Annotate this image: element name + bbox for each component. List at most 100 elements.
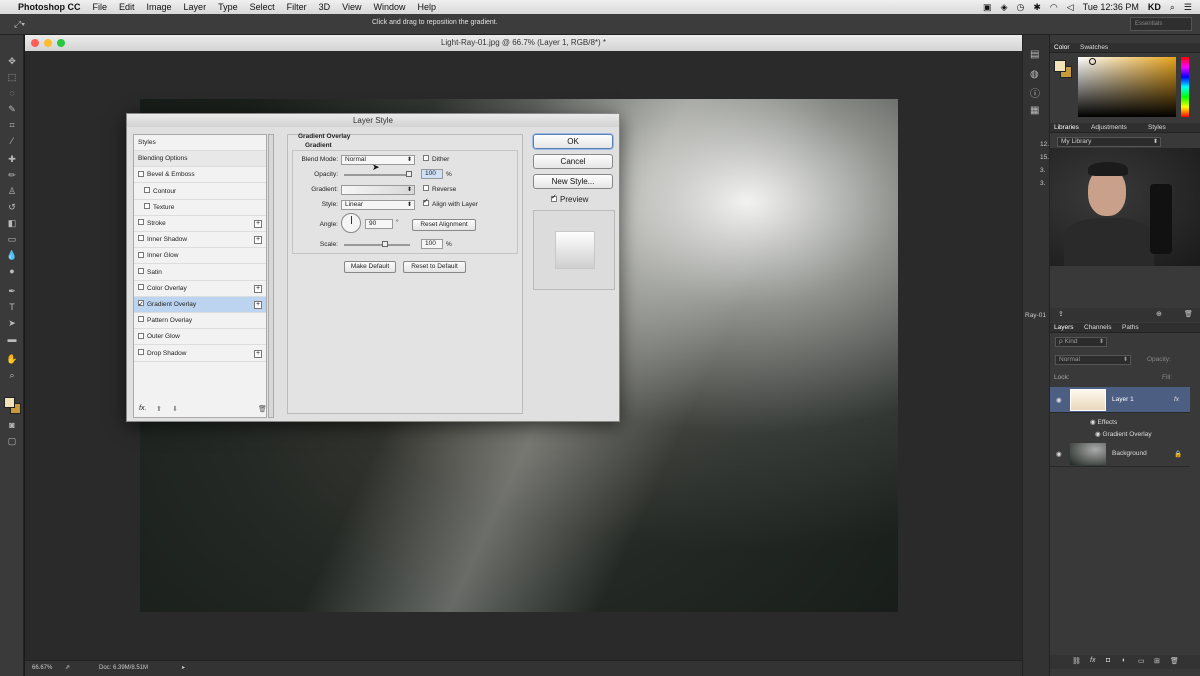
tab-styles[interactable]: Styles (1148, 124, 1166, 131)
move-down-icon[interactable]: ⬇ (172, 405, 178, 413)
add-effect-icon[interactable]: + (254, 220, 262, 228)
style-checkbox[interactable] (138, 297, 144, 313)
ok-button[interactable]: OK (533, 134, 613, 149)
scale-slider[interactable] (344, 244, 410, 246)
properties-icon[interactable]: ◍ (1030, 69, 1039, 80)
menu-help[interactable]: Help (411, 0, 442, 14)
opacity-slider[interactable] (344, 174, 410, 176)
tab-libraries[interactable]: Libraries (1054, 124, 1079, 131)
style-checkbox[interactable] (138, 267, 144, 274)
reset-alignment-button[interactable]: Reset Alignment (412, 219, 476, 231)
tab-adjustments[interactable]: Adjustments (1091, 124, 1127, 131)
opacity-input[interactable]: 100 (421, 169, 443, 179)
tab-channels[interactable]: Channels (1084, 324, 1111, 331)
styles-scrollbar[interactable] (268, 134, 274, 418)
layer-row-layer1[interactable]: ◉ Layer 1 fx (1050, 387, 1190, 413)
lasso-tool-icon[interactable]: ◌ (5, 87, 19, 99)
close-window-icon[interactable] (31, 39, 39, 47)
style-row-drop-shadow[interactable]: Drop Shadow + (134, 346, 266, 362)
panel-foreground-swatch[interactable] (1054, 60, 1066, 72)
hue-slider[interactable] (1181, 57, 1189, 117)
style-row-outer-glow[interactable]: Outer Glow (134, 329, 266, 346)
library-cc-icon[interactable]: ⊕ (1156, 310, 1162, 318)
tab-layers[interactable]: Layers (1054, 324, 1074, 331)
style-checkbox[interactable] (138, 219, 144, 226)
trash-icon[interactable]: 🗑 (258, 405, 267, 413)
opacity-slider-knob[interactable] (406, 171, 412, 177)
visibility-eye-icon[interactable]: ◉ (1056, 396, 1062, 404)
info-icon[interactable]: ⓘ (1030, 85, 1040, 100)
brushes-icon[interactable]: ▦ (1030, 105, 1039, 116)
style-checkbox[interactable] (138, 284, 144, 291)
menu-file[interactable]: File (87, 0, 114, 14)
search-icon[interactable]: ⌕ (1170, 2, 1175, 13)
share-icon[interactable]: ⇗ (65, 664, 70, 671)
healing-brush-icon[interactable]: ✚ (5, 153, 19, 165)
add-effect-icon[interactable]: + (254, 349, 262, 358)
timer-icon[interactable]: ◷ (1016, 2, 1024, 13)
style-row-stroke[interactable]: Stroke + (134, 216, 266, 232)
camera-icon[interactable]: ▣ (983, 2, 992, 13)
menu-edit[interactable]: Edit (113, 0, 141, 14)
add-style-icon[interactable]: fx (1090, 657, 1095, 664)
style-checkbox[interactable] (144, 186, 150, 193)
style-row-inner-shadow[interactable]: Inner Shadow + (134, 232, 266, 249)
menu-type[interactable]: Type (212, 0, 244, 14)
layer-row-background[interactable]: ◉ Background 🔒 (1050, 441, 1190, 467)
style-row-texture[interactable]: Texture (134, 200, 266, 216)
type-tool-icon[interactable]: T (5, 301, 19, 313)
library-add-icon[interactable]: ⇪ (1058, 310, 1064, 318)
reset-to-default-button[interactable]: Reset to Default (403, 261, 466, 273)
history-brush-icon[interactable]: ↺ (5, 201, 19, 213)
foreground-color-swatch[interactable] (4, 397, 15, 408)
menu-image[interactable]: Image (141, 0, 178, 14)
menu-3d[interactable]: 3D (313, 0, 337, 14)
eyedropper-icon[interactable]: ⁄ (5, 135, 19, 147)
zoom-window-icon[interactable] (57, 39, 65, 47)
stamp-tool-icon[interactable]: ♙ (5, 185, 19, 197)
gradient-tool-icon[interactable]: ▭ (5, 233, 19, 245)
wifi-icon[interactable]: ◠ (1050, 2, 1058, 13)
brush-tool-icon[interactable]: ✏ (5, 169, 19, 181)
move-tool-icon[interactable]: ✥ (5, 55, 19, 67)
status-menu-arrow-icon[interactable]: ▸ (182, 664, 185, 671)
layer1-name[interactable]: Layer 1 (1112, 396, 1134, 403)
color-field[interactable] (1078, 57, 1176, 117)
pen-tool-icon[interactable]: ✒ (5, 285, 19, 297)
style-checkbox[interactable] (138, 170, 144, 177)
style-row-gradient-overlay[interactable]: Gradient Overlay + (134, 297, 266, 313)
style-checkbox[interactable] (138, 251, 144, 258)
layer-blend-mode[interactable]: Normal (1055, 355, 1131, 365)
style-checkbox[interactable] (138, 235, 144, 242)
make-default-button[interactable]: Make Default (344, 261, 396, 273)
effects-row[interactable]: ◉ Effects (1090, 418, 1117, 426)
eraser-tool-icon[interactable]: ◧ (5, 217, 19, 229)
group-icon[interactable]: ▭ (1138, 657, 1145, 665)
clock-text[interactable]: Tue 12:36 PM (1083, 2, 1139, 12)
add-effect-icon[interactable]: + (254, 236, 262, 245)
link-layers-icon[interactable]: ⛓ (1072, 657, 1081, 665)
style-row-color-overlay[interactable]: Color Overlay + (134, 281, 266, 297)
quick-select-icon[interactable]: ✎ (5, 103, 19, 115)
shape-tool-icon[interactable]: ▬ (5, 333, 19, 345)
dropbox-icon[interactable]: ◈ (1001, 2, 1008, 13)
new-layer-icon[interactable]: ⊞ (1154, 657, 1160, 665)
screen-mode-icon[interactable]: ▢ (5, 435, 19, 447)
style-row-blending-options[interactable]: Blending Options (134, 151, 266, 168)
style-row-contour[interactable]: Contour (134, 184, 266, 200)
scale-input[interactable]: 100 (421, 239, 443, 249)
new-style-button[interactable]: New Style... (533, 174, 613, 189)
library-trash-icon[interactable]: 🗑 (1184, 310, 1193, 318)
angle-input[interactable]: 90 (365, 219, 393, 229)
style-row-inner-glow[interactable]: Inner Glow (134, 248, 266, 265)
dodge-tool-icon[interactable]: ● (5, 265, 19, 277)
style-row-pattern-overlay[interactable]: Pattern Overlay (134, 313, 266, 330)
bluetooth-icon[interactable]: ✱ (1033, 2, 1041, 13)
user-name[interactable]: KD (1148, 2, 1161, 12)
align-with-layer-checkbox[interactable]: Align with Layer (423, 197, 478, 208)
color-picker-circle[interactable] (1089, 58, 1096, 65)
add-effect-icon[interactable]: + (254, 301, 262, 309)
layer-fx-icon[interactable]: fx (1174, 396, 1179, 403)
style-select[interactable]: Linear (341, 200, 415, 210)
menu-filter[interactable]: Filter (281, 0, 313, 14)
